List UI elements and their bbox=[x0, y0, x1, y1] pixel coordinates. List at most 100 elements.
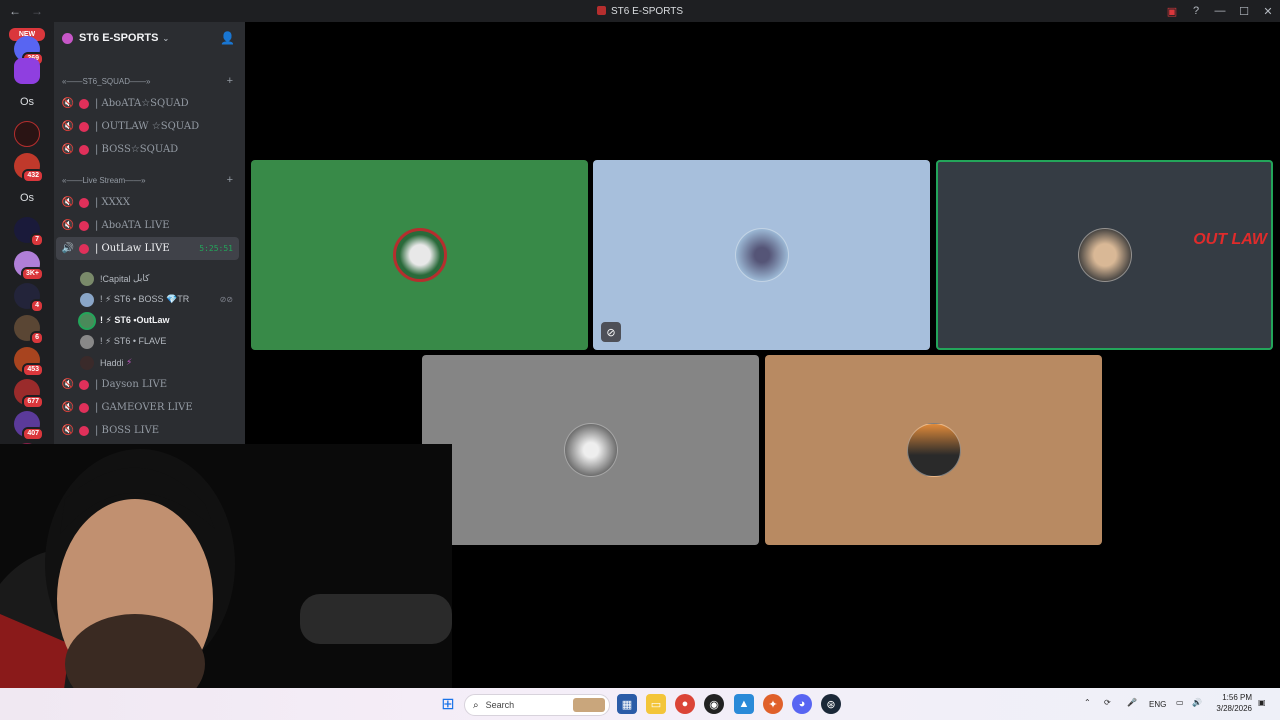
voice-user[interactable]: !Capital كابل bbox=[54, 268, 245, 289]
add-channel-icon[interactable]: + bbox=[227, 174, 233, 186]
title-bar: ← → ST6 E-SPORTS ▣ ? — ☐ ✕ bbox=[0, 0, 1280, 22]
steam-icon[interactable]: ⊛ bbox=[821, 694, 841, 714]
speaker-icon[interactable]: 🔊 bbox=[1192, 698, 1202, 707]
participant-avatar bbox=[563, 423, 618, 477]
speaker-muted-icon: 🔇 bbox=[61, 121, 75, 132]
network-icon[interactable]: ▭ bbox=[1176, 698, 1184, 707]
guild-icon[interactable]: 407 bbox=[14, 411, 44, 441]
server-header[interactable]: ST6 E-SPORTS ⌄ 👤 bbox=[54, 22, 245, 54]
language-indicator[interactable]: ENG bbox=[1149, 700, 1166, 709]
guild-icon[interactable]: 4 bbox=[14, 283, 44, 313]
back-arrow-icon[interactable]: ← bbox=[8, 4, 22, 18]
window-title: ST6 E-SPORTS bbox=[0, 5, 1280, 17]
window-title-text: ST6 E-SPORTS bbox=[610, 5, 684, 17]
speaker-muted-icon: 🔇 bbox=[61, 379, 75, 390]
voice-user[interactable]: Haddi ⚡ bbox=[54, 352, 245, 373]
start-icon[interactable]: ⊞ bbox=[438, 694, 458, 714]
help-icon[interactable]: ? bbox=[1184, 5, 1208, 17]
guild-icon[interactable]: 453 bbox=[14, 347, 44, 377]
chrome-icon[interactable]: ● bbox=[675, 694, 695, 714]
guild-icon[interactable]: 677 bbox=[14, 379, 44, 409]
voice-user[interactable]: ! ⚡ ST6 • FLAVE bbox=[54, 331, 245, 352]
user-name: Haddi bbox=[100, 357, 124, 368]
speaker-muted-icon: 🔇 bbox=[61, 98, 75, 109]
notification-icon[interactable]: ▣ bbox=[1258, 698, 1266, 707]
call-timer: 5:25:51 bbox=[199, 244, 233, 253]
participant-tile[interactable] bbox=[251, 160, 588, 350]
discord-icon[interactable]: ◕ bbox=[792, 694, 812, 714]
speaker-icon: 🔊 bbox=[61, 243, 75, 254]
participant-tile[interactable] bbox=[765, 355, 1102, 545]
guild-icon[interactable]: 7 bbox=[14, 217, 44, 247]
server-logo-icon bbox=[596, 5, 606, 15]
file-explorer-icon[interactable]: ▭ bbox=[646, 694, 666, 714]
add-channel-icon[interactable]: + bbox=[227, 75, 233, 87]
voice-channel[interactable]: 🔇 | XXXX bbox=[54, 191, 245, 214]
microphone-icon[interactable]: 🎤 bbox=[1127, 698, 1137, 707]
live-dot-icon bbox=[79, 144, 89, 155]
user-suffix: ⚡ bbox=[126, 357, 133, 367]
sync-icon[interactable]: ⟳ bbox=[1104, 698, 1111, 707]
voice-channel[interactable]: 🔇 | Dayson LIVE bbox=[54, 373, 245, 396]
voice-channel[interactable]: 🔇 | AboATA LIVE bbox=[54, 214, 245, 237]
voice-user[interactable]: ! ⚡ ST6 • BOSS 💎TR ⊘⊘ bbox=[54, 289, 245, 310]
maximize-button[interactable]: ☐ bbox=[1232, 5, 1256, 18]
voice-channel[interactable]: 🔇 | BOSS LIVE bbox=[54, 419, 245, 442]
minimize-button[interactable]: — bbox=[1208, 5, 1232, 17]
unread-badge: 4 bbox=[30, 299, 44, 313]
category-header[interactable]: «——Live Stream——» + bbox=[54, 169, 245, 191]
webcam-image bbox=[0, 444, 452, 720]
active-voice-channel[interactable]: 🔊 | OutLaw LIVE 5:25:51 bbox=[56, 237, 239, 260]
windows-taskbar: ⊞ ⌕ Search ▦ ▭ ● ◉ ▲ ✦ ◕ ⊛ ⌃ ⟳ 🎤 ENG ▭ 🔊… bbox=[0, 688, 1280, 720]
close-button[interactable]: ✕ bbox=[1256, 5, 1280, 18]
participant-tile[interactable]: ⊘ bbox=[593, 160, 930, 350]
add-member-icon[interactable]: 👤 bbox=[220, 31, 235, 45]
user-name: !Capital bbox=[100, 273, 131, 284]
guild-icon[interactable]: Os bbox=[14, 185, 40, 211]
participant-avatar bbox=[1077, 228, 1132, 282]
user-suffix: 💎TR bbox=[166, 294, 190, 304]
participant-avatar bbox=[392, 228, 447, 282]
voice-channel[interactable]: 🔇 | AboATA☆SQUAD bbox=[54, 92, 245, 115]
voice-channel[interactable]: 🔇 | GAMEOVER LIVE bbox=[54, 396, 245, 419]
unread-badge: 407 bbox=[22, 427, 44, 441]
voice-channel[interactable]: 🔇 | OUTLAW ☆SQUAD bbox=[54, 115, 245, 138]
guild-icon[interactable]: 3K+ bbox=[14, 251, 44, 281]
obs-icon[interactable]: ◉ bbox=[704, 694, 724, 714]
guild-icon[interactable] bbox=[14, 121, 40, 147]
participant-tile[interactable]: OUT LAW bbox=[936, 160, 1273, 350]
category-header[interactable]: «——ST6_SQUAD——» + bbox=[54, 70, 245, 92]
channel-name: | XXXX bbox=[95, 197, 131, 208]
game-launcher-icon[interactable]: ✦ bbox=[763, 694, 783, 714]
guild-icon[interactable] bbox=[14, 58, 40, 84]
inbox-icon[interactable]: ▣ bbox=[1160, 5, 1184, 18]
unread-badge: 6 bbox=[30, 331, 44, 345]
guild-icon[interactable]: 432 bbox=[14, 153, 44, 183]
task-view-icon[interactable]: ▦ bbox=[617, 694, 637, 714]
photos-icon[interactable]: ▲ bbox=[734, 694, 754, 714]
guild-icon[interactable]: Os bbox=[14, 89, 40, 115]
channel-name: | GAMEOVER LIVE bbox=[95, 402, 193, 413]
clock-date: 3/28/2026 bbox=[1216, 704, 1252, 713]
search-box[interactable]: ⌕ Search bbox=[464, 694, 610, 716]
participant-avatar bbox=[734, 228, 789, 282]
voice-channel[interactable]: 🔇 | BOSS☆SQUAD bbox=[54, 138, 245, 161]
search-icon: ⌕ bbox=[473, 699, 479, 711]
live-dot-icon bbox=[79, 121, 89, 132]
unread-badge: 432 bbox=[22, 169, 44, 183]
clock[interactable]: 1:56 PM 3/28/2026 bbox=[1216, 692, 1252, 714]
user-name: ! ⚡ ST6 • BOSS bbox=[100, 294, 164, 304]
live-dot-icon bbox=[79, 379, 89, 390]
video-off-icon: ⊘ bbox=[601, 322, 621, 342]
guild-icon[interactable]: 6 bbox=[14, 315, 44, 345]
tray-chevron-icon[interactable]: ⌃ bbox=[1084, 698, 1091, 707]
outlaw-logo: OUT LAW bbox=[1193, 231, 1267, 248]
channel-name: | Dayson LIVE bbox=[95, 379, 168, 390]
voice-user[interactable]: ! ⚡ ST6 •OutLaw bbox=[54, 310, 245, 331]
channel-name: | OUTLAW ☆SQUAD bbox=[95, 121, 200, 132]
participant-tile[interactable] bbox=[422, 355, 759, 545]
forward-arrow-icon[interactable]: → bbox=[30, 4, 44, 18]
live-dot-icon bbox=[79, 402, 89, 413]
chevron-down-icon: ⌄ bbox=[162, 33, 170, 43]
webcam-overlay bbox=[0, 444, 452, 720]
